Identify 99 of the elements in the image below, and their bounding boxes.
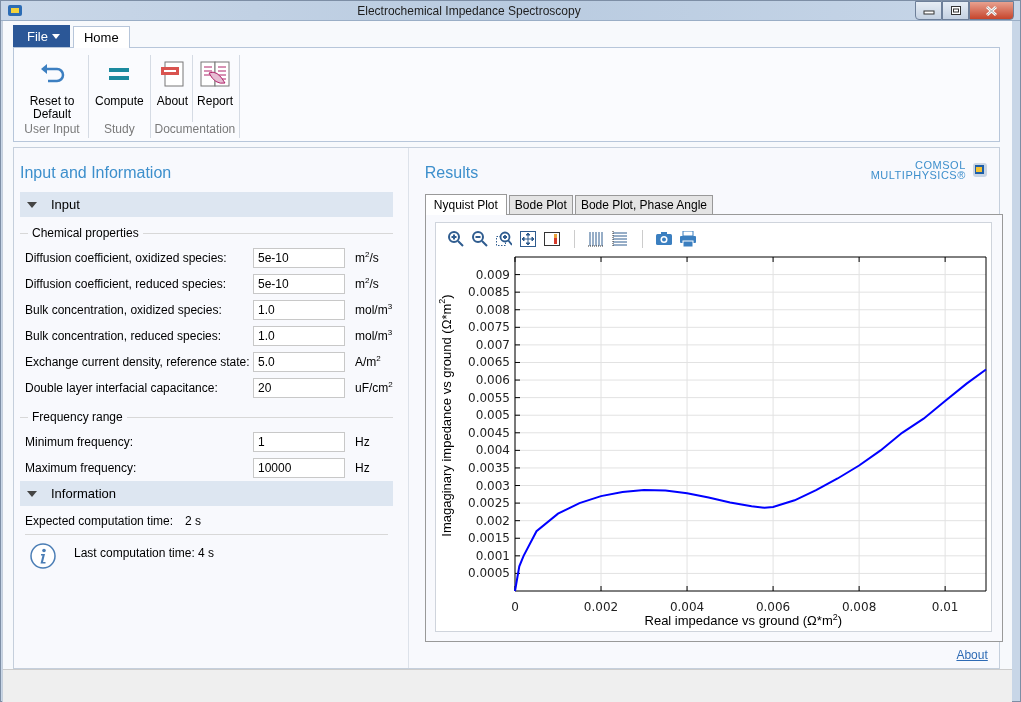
tick-label: 0.003 (475, 478, 510, 493)
tick-label: 0.004 (669, 600, 705, 613)
tick-label: 0.008 (475, 302, 510, 317)
plot-tab[interactable]: Nyquist Plot (424, 194, 507, 215)
unit-label: m$^{2}$/s (355, 277, 379, 291)
tick-label: 0.0065 (467, 355, 510, 370)
zoom-out-icon (471, 230, 488, 247)
tick-label: 0.0005 (467, 566, 510, 581)
ribbon-button[interactable]: About (152, 55, 193, 122)
input-field[interactable]: 20 (253, 378, 345, 398)
field-label: Diffusion coefficient, reduced species: (25, 277, 227, 291)
caret-icon (51, 33, 60, 39)
zoom-box-icon (495, 230, 512, 247)
toolbar-button[interactable] (447, 230, 465, 248)
panel-title: Results (424, 163, 479, 183)
input-field[interactable]: 1.0 (253, 326, 345, 346)
tick-label: 0.0085 (467, 285, 510, 300)
section-title: Information (51, 486, 117, 501)
ribbon-button[interactable]: Reset to Default (18, 55, 86, 122)
field-label: Minimum frequency: (25, 435, 135, 449)
tick-label: 0.004 (475, 443, 510, 458)
section-title: Input (51, 197, 80, 212)
camera-icon (655, 230, 672, 247)
tick-label: 0.009 (475, 267, 510, 282)
zoom-extents-icon (519, 230, 536, 247)
group-label: User Input (24, 122, 80, 138)
printer-icon (679, 230, 696, 247)
tick-label: 0.0075 (467, 320, 510, 335)
pdf-document-icon (160, 61, 185, 87)
input-field[interactable]: 10000 (253, 458, 345, 478)
panel-title: Input and Information (20, 163, 173, 183)
input-field[interactable]: 5e-10 (253, 274, 345, 294)
group-title: Chemical properties (32, 226, 139, 240)
x-axis-label: Real impedance vs ground (Ω*m$^{2}$) (644, 613, 843, 628)
unit-label: mol/m$^{3}$ (355, 329, 393, 343)
info-icon (30, 543, 56, 569)
close-icon (985, 4, 998, 17)
tick-label: 0.006 (475, 373, 510, 388)
tick-label: 0.006 (755, 600, 791, 613)
plot-tab[interactable]: Bode Plot (508, 195, 573, 214)
horizontal-grid-icon (611, 230, 628, 247)
field-label: Bulk concentration, reduced species: (25, 329, 223, 343)
tick-label: 0.0025 (467, 496, 510, 511)
unit-label: m$^{2}$/s (355, 251, 379, 265)
group-label: Study (104, 122, 135, 138)
tick-label: 0.0035 (467, 460, 510, 475)
info-value: 2 s (185, 514, 202, 528)
logo-text: COMSOL (915, 160, 966, 170)
section-header[interactable]: Information (20, 481, 393, 506)
zoom-in-icon (447, 230, 464, 247)
tick-label: 0.01 (931, 600, 959, 613)
group-title: Frequency range (32, 410, 123, 424)
book-icon (200, 61, 231, 87)
unit-label: uF/cm$^{2}$ (355, 381, 393, 395)
field-label: Maximum frequency: (25, 461, 138, 475)
unit-label: mol/m$^{3}$ (355, 303, 393, 317)
window-title: Electrochemical Impedance Spectroscopy (356, 3, 582, 18)
field-label: Bulk concentration, oxidized species: (25, 303, 223, 317)
input-field[interactable]: 5e-10 (253, 248, 345, 268)
tick-label: 0.0045 (467, 425, 510, 440)
info-message: Last computation time: 4 s (74, 546, 215, 560)
info-label: Expected computation time: (25, 514, 174, 528)
toolbar-button[interactable] (519, 230, 537, 248)
section-header[interactable]: Input (20, 192, 393, 217)
file-menu[interactable]: File (13, 25, 70, 47)
field-label: Diffusion coefficient, oxidized species: (25, 251, 228, 265)
tick-label: 0 (511, 600, 519, 613)
tick-label: 0.001 (475, 548, 510, 563)
unit-label: Hz (355, 435, 370, 449)
input-field[interactable]: 1 (253, 432, 345, 452)
plot-tab[interactable]: Bode Plot, Phase Angle (574, 195, 713, 214)
unit-label: Hz (355, 461, 370, 475)
unit-label: A/m$^{2}$ (355, 355, 381, 369)
field-label: Double layer interfacial capacitance: (25, 381, 219, 395)
tick-label: 0.007 (475, 337, 510, 352)
tick-label: 0.0015 (467, 531, 510, 546)
app-icon (7, 3, 23, 18)
toolbar-button[interactable] (495, 230, 513, 248)
tick-label: 0.002 (475, 513, 510, 528)
vertical-grid-icon (587, 230, 604, 247)
logo-text: MULTIPHYSICS® (870, 170, 966, 180)
maximize-button[interactable] (942, 1, 969, 20)
tick-label: 0.0055 (467, 390, 510, 405)
ribbon-button[interactable]: Compute (91, 55, 148, 122)
tick-label: 0.005 (475, 408, 510, 423)
input-field[interactable]: 5.0 (253, 352, 345, 372)
maximize-icon (949, 5, 962, 16)
ribbon-tab[interactable]: Home (72, 26, 130, 48)
group-label: Documentation (154, 122, 236, 138)
ribbon-button[interactable]: Report (192, 55, 238, 122)
tick-label: 0.002 (583, 600, 618, 613)
about-link[interactable]: About (956, 648, 988, 662)
color-scale-icon (543, 230, 560, 247)
input-field[interactable]: 1.0 (253, 300, 345, 320)
field-label: Exchange current density, reference state: (25, 355, 251, 369)
close-button[interactable] (969, 1, 1014, 20)
toolbar-button[interactable] (471, 230, 489, 248)
tick-label: 0.008 (841, 600, 877, 613)
toolbar-button[interactable] (543, 230, 561, 248)
